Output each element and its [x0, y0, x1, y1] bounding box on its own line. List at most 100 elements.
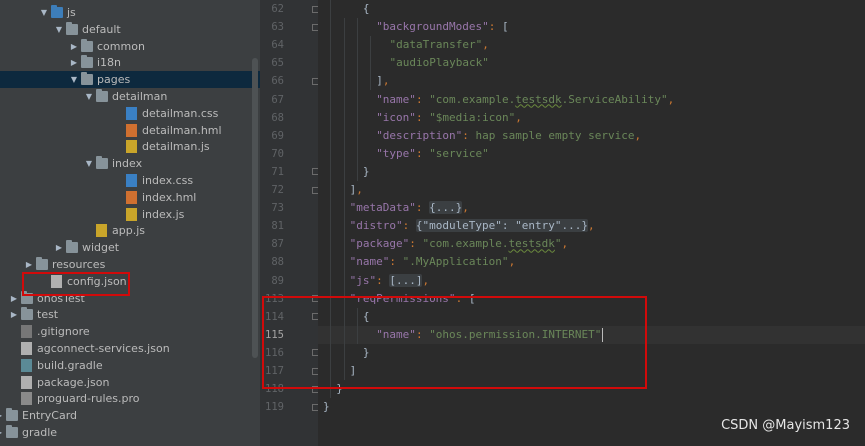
html-file-icon [126, 123, 137, 137]
tree-item-entrycard[interactable]: ▶ EntryCard [0, 407, 260, 424]
tree-item-widget[interactable]: ▶ widget [0, 239, 260, 256]
code-line[interactable]: "type": "service" [376, 145, 489, 163]
code-line[interactable]: "metaData": {...}, [350, 199, 469, 217]
config-json-highlight-box [22, 272, 130, 296]
chevron-down-icon[interactable]: ▼ [39, 4, 49, 21]
git-file-icon [21, 325, 32, 339]
code-token: "package" [349, 237, 410, 251]
code-token: "dataTransfer" [389, 38, 483, 52]
line-number: 119 [265, 401, 284, 414]
tree-item-label: index [112, 157, 143, 171]
folder-icon [51, 5, 63, 18]
line-number: 68 [271, 111, 284, 124]
code-token: [ [502, 20, 509, 34]
tree-item-pages[interactable]: ▼ pages [0, 71, 260, 89]
chevron-down-icon[interactable]: ▼ [54, 21, 64, 38]
line-number: 72 [271, 184, 284, 196]
code-line[interactable]: "backgroundModes": [ [376, 18, 508, 36]
code-token: "backgroundModes" [376, 20, 489, 34]
code-line[interactable]: ], [376, 72, 389, 90]
tree-item-label: gradle [22, 426, 58, 439]
folder-icon [81, 38, 93, 52]
code-token: , [482, 38, 489, 52]
code-line[interactable]: ], [350, 181, 363, 199]
tree-item-index[interactable]: ▼ index [0, 155, 260, 172]
indent-guide [370, 36, 372, 91]
code-line[interactable]: { [363, 0, 370, 18]
chevron-right-icon[interactable]: ▶ [24, 256, 34, 273]
tree-item-detailman[interactable]: ▼ detailman [0, 88, 260, 105]
tree-item-detailman-hml[interactable]: detailman.hml [0, 122, 260, 139]
project-tree-scrollbar[interactable] [252, 58, 258, 358]
tree-item-proguard-rules-pro[interactable]: proguard-rules.pro [0, 390, 260, 407]
tree-item-label: detailman [112, 90, 168, 103]
code-token: , [561, 237, 569, 251]
code-token: , [634, 128, 642, 142]
tree-item-js[interactable]: ▼ js [0, 4, 260, 21]
chevron-down-icon[interactable]: ▼ [69, 71, 79, 88]
code-line[interactable]: "name": "com.example.testsdk.ServiceAbil… [376, 91, 674, 109]
code-line[interactable]: "description": hap sample empty service, [376, 127, 641, 145]
tree-item-label: index.js [142, 207, 185, 221]
code-line[interactable]: "name": ".MyApplication", [350, 253, 516, 271]
gradle-file-icon [21, 358, 32, 372]
code-line[interactable]: "icon": "$media:icon", [376, 109, 522, 127]
tree-item-label: app.js [112, 224, 145, 238]
code-token: testsdk [515, 92, 562, 106]
tree-item-default[interactable]: ▼ default [0, 21, 260, 38]
chevron-right-icon[interactable]: ▶ [9, 290, 19, 307]
code-token: ".MyApplication" [402, 255, 509, 269]
code-token: "name" [376, 92, 416, 106]
chevron-down-icon[interactable]: ▼ [84, 88, 94, 105]
code-token: : [376, 273, 390, 287]
tree-item-label: detailman.css [142, 106, 219, 120]
chevron-right-icon[interactable]: ▶ [9, 306, 19, 323]
chevron-right-icon[interactable]: ▶ [0, 407, 4, 424]
code-token: : [462, 128, 476, 142]
code-line[interactable]: "package": "com.example.testsdk", [350, 235, 569, 253]
folded-region[interactable]: {"moduleType": "entry"...} [415, 219, 589, 233]
tree-item-resources[interactable]: ▶ resources [0, 256, 260, 273]
folded-region[interactable]: [...] [389, 273, 423, 287]
code-token: : [389, 255, 403, 269]
tree-item-package-json[interactable]: package.json [0, 374, 260, 391]
line-number: 73 [271, 202, 284, 215]
tree-item-gitignore[interactable]: .gitignore [0, 323, 260, 340]
tree-item-index-js[interactable]: index.js [0, 206, 260, 223]
code-line[interactable]: "distro": {"moduleType": "entry"...}, [350, 217, 595, 235]
chevron-down-icon[interactable]: ▼ [84, 155, 94, 172]
code-token: : [409, 237, 423, 251]
code-token: } [323, 400, 330, 414]
line-number: 88 [271, 256, 284, 269]
tree-item-app-js[interactable]: app.js [0, 222, 260, 239]
tree-item-i18n[interactable]: ▶ i18n [0, 54, 260, 71]
tree-item-label: agconnect-services.json [37, 342, 170, 355]
tree-item-agconnect-services-json[interactable]: agconnect-services.json [0, 340, 260, 357]
code-token: , [515, 110, 522, 124]
tree-item-gradle[interactable]: ▶ gradle [0, 424, 260, 441]
chevron-right-icon[interactable]: ▶ [0, 424, 4, 441]
code-line[interactable]: } [363, 163, 370, 181]
line-number: 70 [271, 147, 284, 160]
tree-item-detailman-js[interactable]: detailman.js [0, 138, 260, 155]
tree-item-index-hml[interactable]: index.hml [0, 189, 260, 206]
chevron-right-icon[interactable]: ▶ [54, 239, 64, 256]
code-line[interactable]: "audioPlayback" [390, 54, 489, 72]
tree-item-test[interactable]: ▶ test [0, 306, 260, 323]
chevron-right-icon[interactable]: ▶ [69, 38, 79, 55]
line-number: 65 [271, 57, 284, 70]
tree-item-label: i18n [97, 56, 122, 70]
code-line[interactable]: } [323, 398, 330, 416]
folder-icon [21, 307, 33, 321]
code-line[interactable]: "dataTransfer", [390, 36, 489, 54]
tree-item-build-gradle[interactable]: build.gradle [0, 357, 260, 374]
code-line[interactable]: "js": [...], [350, 272, 429, 290]
code-token: { [362, 2, 370, 15]
chevron-right-icon[interactable]: ▶ [69, 54, 79, 71]
tree-item-detailman-css[interactable]: detailman.css [0, 105, 260, 122]
line-number: 62 [271, 3, 284, 15]
folded-region[interactable]: {...} [429, 201, 463, 215]
tree-item-index-css[interactable]: index.css [0, 172, 260, 189]
tree-item-common[interactable]: ▶ common [0, 38, 260, 55]
code-token: "audioPlayback" [389, 56, 489, 70]
